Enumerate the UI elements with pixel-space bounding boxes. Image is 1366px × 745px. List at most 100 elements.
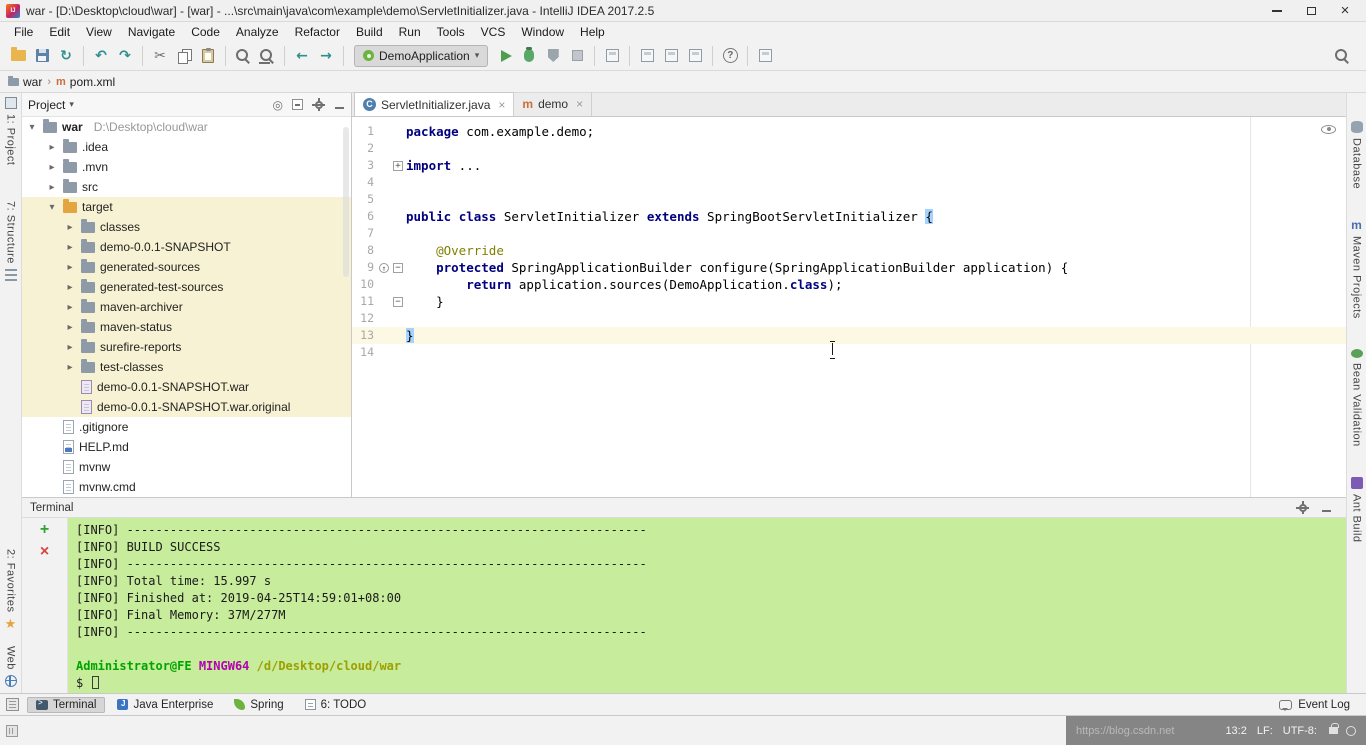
chevron-collapsed-icon[interactable]: ▸ (64, 322, 76, 333)
project-structure-icon[interactable] (753, 44, 777, 68)
settings-gear-icon[interactable] (312, 98, 325, 111)
chevron-collapsed-icon[interactable]: ▸ (64, 362, 76, 373)
redo-icon[interactable]: ↷ (113, 44, 137, 68)
bottom-tab-terminal[interactable]: Terminal (27, 697, 105, 713)
tree-item-gitignore[interactable]: .gitignore (22, 417, 351, 437)
tool-button-web[interactable]: Web (5, 646, 17, 687)
tree-item-demo-0-0-1-snapshot-war-original[interactable]: demo-0.0.1-SNAPSHOT.war.original (22, 397, 351, 417)
chevron-collapsed-icon[interactable]: ▸ (46, 142, 58, 153)
toolwindow-toggle-icon[interactable] (6, 725, 18, 737)
hide-icon[interactable] (334, 99, 345, 110)
terminal-output[interactable]: [INFO] ---------------------------------… (68, 518, 1346, 693)
bottom-tab-spring[interactable]: Spring (225, 697, 292, 713)
run-configuration-select[interactable]: DemoApplication▾ (354, 45, 488, 67)
tool-button-ant-build[interactable]: Ant Build (1351, 477, 1363, 543)
tree-item-classes[interactable]: ▸classes (22, 217, 351, 237)
fold-expand-icon[interactable]: + (393, 161, 403, 171)
tree-item-idea[interactable]: ▸.idea (22, 137, 351, 157)
tool-button-1-project[interactable]: 1: Project (5, 97, 17, 165)
menu-item-help[interactable]: Help (572, 23, 613, 41)
tree-item-generated-test-sources[interactable]: ▸generated-test-sources (22, 277, 351, 297)
highlighting-level-icon[interactable] (1346, 726, 1356, 736)
fold-collapse-icon[interactable]: − (393, 297, 403, 307)
chevron-expanded-icon[interactable]: ▾ (26, 122, 38, 133)
project-scrollbar[interactable] (343, 127, 349, 277)
collapse-all-icon[interactable] (292, 99, 303, 110)
find-icon[interactable] (231, 44, 255, 68)
terminal-input-line[interactable]: $ (76, 675, 1346, 692)
undo-icon[interactable]: ↶ (89, 44, 113, 68)
maven-reimport-icon[interactable] (635, 44, 659, 68)
code-area[interactable]: 1package com.example.demo;23+import ...4… (352, 117, 1346, 497)
tree-item-war[interactable]: ▾warD:\Desktop\cloud\war (22, 117, 351, 137)
tree-item-generated-sources[interactable]: ▸generated-sources (22, 257, 351, 277)
minimize-button[interactable] (1260, 1, 1294, 21)
fold-collapse-icon[interactable]: − (393, 263, 403, 273)
search-everywhere-icon[interactable] (1330, 44, 1354, 68)
chevron-collapsed-icon[interactable]: ▸ (64, 282, 76, 293)
tree-item-demo-0-0-1-snapshot[interactable]: ▸demo-0.0.1-SNAPSHOT (22, 237, 351, 257)
tree-item-maven-status[interactable]: ▸maven-status (22, 317, 351, 337)
line-separator[interactable]: LF: (1257, 725, 1273, 737)
tree-item-src[interactable]: ▸src (22, 177, 351, 197)
chevron-expanded-icon[interactable]: ▾ (46, 202, 58, 213)
replace-icon[interactable] (255, 44, 279, 68)
cut-icon[interactable]: ✂ (148, 44, 172, 68)
chevron-collapsed-icon[interactable]: ▸ (64, 302, 76, 313)
hide-icon[interactable] (1321, 502, 1332, 513)
run-button[interactable] (493, 44, 517, 68)
menu-item-tools[interactable]: Tools (429, 23, 473, 41)
tool-button-maven-projects[interactable]: mMaven Projects (1351, 219, 1363, 319)
layout-icon[interactable] (600, 44, 624, 68)
menu-item-file[interactable]: File (6, 23, 41, 41)
tree-item-test-classes[interactable]: ▸test-classes (22, 357, 351, 377)
menu-item-navigate[interactable]: Navigate (120, 23, 183, 41)
tree-item-demo-0-0-1-snapshot-war[interactable]: demo-0.0.1-SNAPSHOT.war (22, 377, 351, 397)
maximize-button[interactable] (1294, 1, 1328, 21)
menu-item-build[interactable]: Build (348, 23, 391, 41)
forward-icon[interactable]: → (314, 44, 338, 68)
bottom-tab-6-todo[interactable]: 6: TODO (296, 697, 376, 713)
tree-item-maven-archiver[interactable]: ▸maven-archiver (22, 297, 351, 317)
menu-item-edit[interactable]: Edit (41, 23, 78, 41)
inspections-eye-icon[interactable] (1321, 125, 1336, 134)
menu-item-vcs[interactable]: VCS (473, 23, 514, 41)
structure-view-icon[interactable] (683, 44, 707, 68)
open-icon[interactable] (6, 44, 30, 68)
close-tab-icon[interactable]: × (498, 98, 505, 112)
paste-icon[interactable] (196, 44, 220, 68)
dependencies-icon[interactable] (659, 44, 683, 68)
chevron-collapsed-icon[interactable]: ▸ (64, 342, 76, 353)
close-tab-icon[interactable]: × (576, 97, 583, 111)
copy-icon[interactable] (172, 44, 196, 68)
breadcrumb-item-pom-xml[interactable]: mpom.xml (56, 75, 115, 89)
close-session-icon[interactable]: × (40, 544, 49, 560)
tree-item-target[interactable]: ▾target (22, 197, 351, 217)
tool-button-bean-validation[interactable]: Bean Validation (1351, 349, 1363, 447)
toolwindow-quick-access-icon[interactable] (6, 698, 19, 711)
tool-button-2-favorites[interactable]: 2: Favorites★ (5, 549, 17, 630)
editor-tab-demo[interactable]: mdemo× (514, 92, 592, 116)
tool-button-database[interactable]: Database (1351, 121, 1363, 189)
chevron-collapsed-icon[interactable]: ▸ (64, 242, 76, 253)
editor-tab-servletinitializer-java[interactable]: CServletInitializer.java× (354, 92, 514, 116)
chevron-collapsed-icon[interactable]: ▸ (64, 222, 76, 233)
caret-position[interactable]: 13:2 (1225, 725, 1246, 737)
settings-gear-icon[interactable] (1296, 501, 1309, 514)
menu-item-run[interactable]: Run (391, 23, 429, 41)
menu-item-analyze[interactable]: Analyze (228, 23, 287, 41)
file-encoding[interactable]: UTF-8: (1283, 725, 1317, 737)
synchronize-icon[interactable]: ↻ (54, 44, 78, 68)
back-icon[interactable]: ← (290, 44, 314, 68)
save-all-icon[interactable] (30, 44, 54, 68)
menu-item-code[interactable]: Code (183, 23, 228, 41)
breadcrumb-item-war[interactable]: war (8, 75, 42, 89)
locate-icon[interactable]: ◎ (273, 99, 283, 111)
chevron-collapsed-icon[interactable]: ▸ (46, 162, 58, 173)
help-icon[interactable]: ? (718, 44, 742, 68)
tree-item-mvnw-cmd[interactable]: mvnw.cmd (22, 477, 351, 497)
tree-item-mvnw[interactable]: mvnw (22, 457, 351, 477)
coverage-button[interactable] (541, 44, 565, 68)
override-method-icon[interactable]: ↑ (379, 263, 389, 273)
stop-button[interactable] (565, 44, 589, 68)
